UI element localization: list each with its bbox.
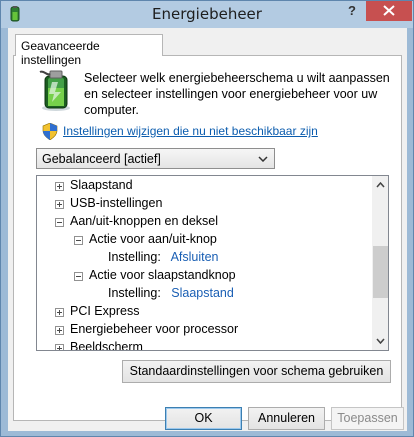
cancel-button[interactable]: Annuleren	[248, 407, 325, 430]
setting-value-link[interactable]: Slaapstand	[171, 286, 234, 300]
tree-scrollbar[interactable]	[372, 176, 388, 350]
power-scheme-select[interactable]: Gebalanceerd [actief]	[36, 148, 275, 169]
tab-panel: Selecteer welk energiebeheerschema u wil…	[13, 55, 402, 421]
expand-plus-icon[interactable]	[55, 182, 64, 191]
dialog-client-area: Geavanceerde instellingen Selecteer welk…	[8, 28, 407, 431]
expand-plus-icon[interactable]	[55, 200, 64, 209]
help-button[interactable]: ?	[339, 1, 365, 21]
energiebeheer-window: Energiebeheer ? Geavanceerde instellinge…	[0, 0, 414, 437]
setting-label: Instelling:	[108, 250, 168, 264]
change-unavailable-settings-link[interactable]: Instellingen wijzigen die nu niet beschi…	[63, 124, 318, 138]
tree-item-label: Aan/uit-knoppen en deksel	[70, 214, 219, 228]
tree-item-label: Actie voor aan/uit-knop	[89, 232, 217, 246]
settings-tree[interactable]: Slaapstand USB-instellingen Aan/uit-knop…	[36, 175, 389, 351]
title-bar[interactable]: Energiebeheer ?	[1, 1, 413, 28]
collapse-minus-icon[interactable]	[74, 272, 83, 281]
close-icon	[383, 5, 395, 16]
scroll-up-button[interactable]	[372, 176, 388, 193]
tree-item-label: Slaapstand	[70, 178, 133, 192]
chevron-down-icon	[258, 156, 268, 162]
setting-label: Instelling:	[108, 286, 168, 300]
ok-button[interactable]: OK	[165, 407, 242, 430]
apply-button[interactable]: Toepassen	[331, 407, 404, 430]
tree-item-setting-power-button[interactable]: Instelling: Afsluiten	[108, 249, 219, 267]
expand-plus-icon[interactable]	[55, 326, 64, 335]
chevron-up-icon	[376, 181, 385, 188]
tree-item-label: USB-instellingen	[70, 196, 163, 210]
expand-plus-icon[interactable]	[55, 308, 64, 317]
tree-item-label: Actie voor slaapstandknop	[89, 268, 236, 282]
tree-item-label: Energiebeheer voor processor	[70, 322, 239, 336]
collapse-minus-icon[interactable]	[74, 236, 83, 245]
setting-value-link[interactable]: Afsluiten	[171, 250, 219, 264]
tab-advanced-settings[interactable]: Geavanceerde instellingen	[15, 34, 163, 67]
collapse-minus-icon[interactable]	[55, 218, 64, 227]
tree-item-label: PCI Express	[70, 304, 140, 318]
scroll-down-button[interactable]	[372, 333, 388, 350]
restore-defaults-button[interactable]: Standaardinstellingen voor schema gebrui…	[122, 360, 391, 383]
close-button[interactable]	[366, 1, 412, 21]
tree-item-label: Beeldscherm	[70, 340, 143, 351]
tree-item-setting-sleep-button[interactable]: Instelling: Slaapstand	[108, 285, 234, 303]
shield-icon	[42, 123, 58, 140]
chevron-down-icon	[376, 338, 385, 345]
power-scheme-selected: Gebalanceerd [actief]	[42, 152, 161, 166]
intro-text: Selecteer welk energiebeheerschema u wil…	[84, 71, 390, 117]
power-options-icon	[39, 70, 70, 111]
expand-plus-icon[interactable]	[55, 344, 64, 350]
scroll-thumb[interactable]	[373, 246, 388, 298]
